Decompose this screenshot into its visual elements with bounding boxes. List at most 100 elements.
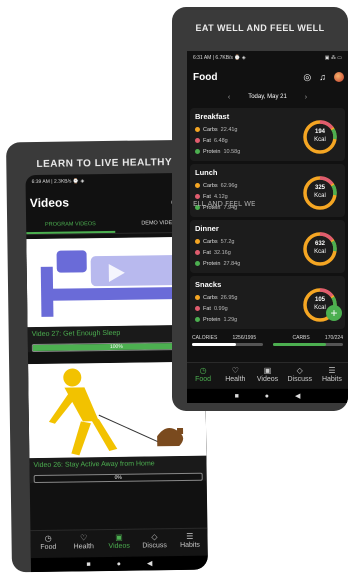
macro-name: Fat — [203, 305, 211, 312]
macro-name: Fat — [203, 193, 211, 200]
food-phone: 6:31 AM | 6.7KB/s ⌚ ◈ ▣ ⁂ ▭ Food ◎ ♫ ‹ T… — [187, 51, 348, 403]
target-icon[interactable]: ◎ — [303, 72, 311, 83]
macro-name: Protein — [203, 316, 221, 323]
videos-icon: ▣ — [115, 532, 123, 542]
discuss-icon: ◇ — [296, 366, 303, 375]
macro-name: Carbs — [203, 294, 218, 301]
food-icon: ◷ — [44, 533, 52, 543]
overlay-headline-fragment: ELL AND FEEL WE — [193, 200, 256, 208]
video-progress-bar: 0% — [33, 472, 203, 484]
macro-name: Fat — [203, 249, 211, 256]
status-time: 6:39 AM | 2.3KB/s ⌚ ◈ — [31, 178, 85, 186]
nav-health[interactable]: ♡ Health — [219, 363, 251, 388]
nav-habits[interactable]: ☰ Habits — [172, 529, 208, 556]
macro-dot-icon — [195, 183, 200, 188]
calories-progress-bar — [192, 343, 263, 346]
kcal-value: 194 — [314, 129, 325, 135]
current-date[interactable]: Today, May 21 — [248, 94, 287, 100]
status-bar: 6:31 AM | 6.7KB/s ⌚ ◈ ▣ ⁂ ▭ — [187, 51, 348, 65]
kcal-ring: 632 Kcal — [301, 230, 339, 268]
macro-value: 57.2g — [220, 238, 235, 245]
nav-videos[interactable]: ▣ Videos — [101, 530, 137, 557]
home-icon[interactable]: ● — [117, 560, 121, 567]
kcal-ring: 325 Kcal — [301, 174, 339, 212]
health-icon: ♡ — [231, 366, 239, 375]
macro-dot-icon — [195, 250, 200, 255]
food-header: Food ◎ ♫ — [187, 65, 348, 89]
macro-name: Fat — [203, 137, 211, 144]
kcal-value: 632 — [314, 241, 325, 247]
meal-card-dinner[interactable]: Dinner Carbs 57.2g Fat 32.16g Protein 27.84g 63… — [190, 220, 345, 273]
kcal-unit: Kcal — [314, 249, 326, 255]
macro-value: 62.96g — [220, 182, 238, 189]
meal-card-snacks[interactable]: Snacks Carbs 26.95g Fat 0.99g Protein 1.29g 105… — [190, 276, 345, 329]
back-icon[interactable]: ◀ — [147, 559, 152, 567]
system-nav: ■ ● ◀ — [187, 389, 348, 403]
macro-dot-icon — [195, 194, 200, 199]
discuss-icon: ◇ — [151, 532, 158, 542]
meal-card-breakfast[interactable]: Breakfast Carbs 22.41g Fat 6.48g Protein 10.58… — [190, 108, 345, 161]
meal-list: Breakfast Carbs 22.41g Fat 6.48g Protein 10.58… — [187, 108, 348, 329]
nav-discuss[interactable]: ◇ Discuss — [284, 363, 316, 388]
nav-food[interactable]: ◷ Food — [30, 531, 66, 558]
nav-videos[interactable]: ▣ Videos — [251, 363, 283, 388]
macro-dot-icon — [195, 306, 200, 311]
kcal-unit: Kcal — [314, 193, 326, 199]
kcal-value: 325 — [314, 185, 325, 191]
nav-health[interactable]: ♡ Health — [66, 530, 102, 557]
prev-day-icon[interactable]: ‹ — [228, 94, 230, 101]
macro-value: 32.16g — [213, 249, 231, 256]
home-icon[interactable]: ● — [265, 393, 269, 400]
macro-value: 26.95g — [220, 294, 238, 301]
tab-program-videos[interactable]: PROGRAM VIDEOS — [26, 215, 115, 235]
next-day-icon[interactable]: › — [305, 94, 307, 101]
macro-value: 6.48g — [213, 137, 228, 144]
daily-totals: CALORIES 1256/1995 CARBS 170/224 — [190, 333, 345, 355]
carbs-progress-fill — [272, 343, 327, 346]
macro-value: 22.41g — [220, 126, 238, 133]
macro-value: 27.84g — [223, 260, 241, 267]
habits-icon: ☰ — [186, 531, 194, 541]
macro-name: Protein — [203, 260, 221, 267]
status-icons: ▣ ⁂ ▭ — [324, 55, 342, 61]
bottom-nav: ◷ Food ♡ Health ▣ Videos ◇ Discuss ☰ Habits — [30, 527, 208, 559]
macro-name: Protein — [203, 148, 221, 155]
macro-value: 4.12g — [213, 193, 228, 200]
macro-dot-icon — [195, 317, 200, 322]
bell-icon[interactable]: ♫ — [319, 72, 326, 83]
food-icon: ◷ — [199, 366, 207, 375]
progress-label: 0% — [114, 474, 122, 481]
kcal-unit: Kcal — [314, 137, 326, 143]
add-food-button[interactable]: + — [326, 305, 342, 321]
avatar[interactable] — [334, 71, 344, 82]
calories-value: 1256/1995 — [232, 335, 257, 341]
kcal-value: 105 — [314, 297, 325, 303]
page-title: Food — [193, 71, 218, 83]
macro-name: Carbs — [203, 238, 218, 245]
habits-icon: ☰ — [328, 366, 336, 375]
nav-food[interactable]: ◷ Food — [187, 363, 219, 388]
meal-card-lunch[interactable]: Lunch Carbs 62.96g Fat 4.12g Protein 7.94g 325 K… — [190, 164, 345, 217]
health-icon: ♡ — [79, 533, 88, 543]
recents-icon[interactable]: ■ — [86, 561, 90, 568]
macro-name: Carbs — [203, 182, 218, 189]
macro-value: 0.99g — [213, 305, 228, 312]
nav-habits[interactable]: ☰ Habits — [316, 363, 348, 388]
macro-dot-icon — [195, 138, 200, 143]
nav-discuss[interactable]: ◇ Discuss — [137, 529, 173, 556]
kcal-ring: 194 Kcal — [301, 118, 339, 156]
page-title: Videos — [29, 195, 70, 211]
recents-icon[interactable]: ■ — [235, 393, 239, 400]
macro-value: 10.58g — [223, 148, 241, 155]
macro-name: Carbs — [203, 126, 218, 133]
calories-label: CALORIES — [192, 335, 218, 341]
macro-dot-icon — [195, 239, 200, 244]
carbs-value: 170/224 — [324, 335, 343, 341]
status-time: 6:31 AM | 6.7KB/s ⌚ ◈ — [193, 55, 246, 61]
screenshot-collage: LEARN TO LIVE HEALTHY 6:39 AM | 2.3KB/s … — [0, 0, 355, 574]
macro-value: 1.29g — [223, 316, 238, 323]
system-nav: ■ ● ◀ — [30, 555, 208, 573]
macro-dot-icon — [195, 149, 200, 154]
calories-progress-fill — [192, 343, 237, 346]
back-icon[interactable]: ◀ — [295, 392, 300, 400]
